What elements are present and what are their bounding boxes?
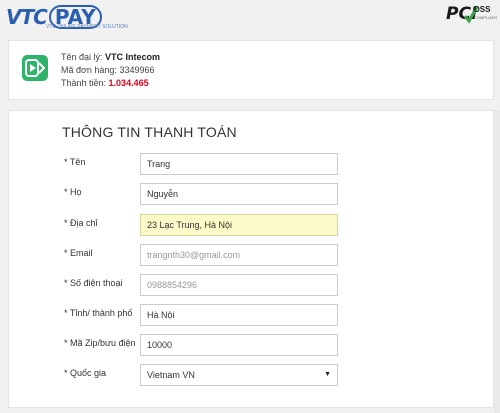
phone-row: * Số điện thoại 0988854296 <box>9 274 493 298</box>
total-amount: 1.034.465 <box>108 78 149 88</box>
country-select[interactable]: Vietnam VN ▼ <box>140 364 338 386</box>
zip-row: * Mã Zip/bưu điện 10000 <box>9 334 493 358</box>
payment-info-form: THÔNG TIN THANH TOÁN * Tên Trang * Họ Ng… <box>8 110 494 408</box>
agent-label: Tên đại lý: <box>61 52 103 62</box>
phone-input[interactable]: 0988854296 <box>140 274 338 296</box>
country-row: * Quốc gia Vietnam VN ▼ <box>9 364 493 388</box>
zip-label: * Mã Zip/bưu điện <box>64 338 136 348</box>
address-input[interactable]: 23 Lạc Trung, Hà Nội <box>140 214 338 236</box>
agent-line: Tên đại lý: VTC Intecom <box>61 51 160 64</box>
order-id-line: Mã đơn hàng: 3349966 <box>61 64 160 77</box>
order-summary: Tên đại lý: VTC Intecom Mã đơn hàng: 334… <box>8 40 494 100</box>
logo-tagline: VTC ONLINE PAYMENT SOLUTION <box>46 24 128 30</box>
country-value: Vietnam VN <box>147 370 195 380</box>
phone-label: * Số điện thoại <box>64 278 123 288</box>
city-label: * Tỉnh/ thành phố <box>64 308 133 318</box>
total-line: Thành tiền: 1.034.465 <box>61 77 160 90</box>
dropdown-arrow-icon: ▼ <box>324 371 331 378</box>
order-id-value: 3349966 <box>119 65 155 75</box>
compliant-text: COMPLIANT <box>474 15 498 20</box>
country-label: * Quốc gia <box>64 368 107 378</box>
email-row: * Email trangnth30@gmail.com <box>9 244 493 268</box>
city-row: * Tỉnh/ thành phố Hà Nội <box>9 304 493 328</box>
address-label: * Địa chỉ <box>64 218 98 228</box>
top-bar: VTC PAY VTC ONLINE PAYMENT SOLUTION PCI … <box>0 0 500 34</box>
first-name-label: * Tên <box>64 157 86 167</box>
email-label: * Email <box>64 248 93 258</box>
city-input[interactable]: Hà Nội <box>140 304 338 326</box>
zip-input[interactable]: 10000 <box>140 334 338 356</box>
form-title: THÔNG TIN THANH TOÁN <box>62 124 237 140</box>
logo-vtc-text: VTC <box>6 5 48 29</box>
address-row: * Địa chỉ 23 Lạc Trung, Hà Nội <box>9 214 493 238</box>
pci-dss-badge: PCI DSS COMPLIANT <box>446 4 497 26</box>
dss-text: DSS <box>474 5 491 14</box>
last-name-input[interactable]: Nguyễn <box>140 183 338 205</box>
first-name-row: * Tên Trang <box>9 153 493 177</box>
agent-value: VTC Intecom <box>105 52 161 62</box>
last-name-label: * Họ <box>64 187 82 197</box>
order-id-label: Mã đơn hàng: <box>61 65 117 75</box>
total-label: Thành tiền: <box>61 78 107 88</box>
email-input[interactable]: trangnth30@gmail.com <box>140 244 338 266</box>
last-name-row: * Họ Nguyễn <box>9 183 493 207</box>
page-scrollbar[interactable] <box>494 110 500 413</box>
first-name-input[interactable]: Trang <box>140 153 338 175</box>
vtcpay-app-icon <box>22 55 48 81</box>
